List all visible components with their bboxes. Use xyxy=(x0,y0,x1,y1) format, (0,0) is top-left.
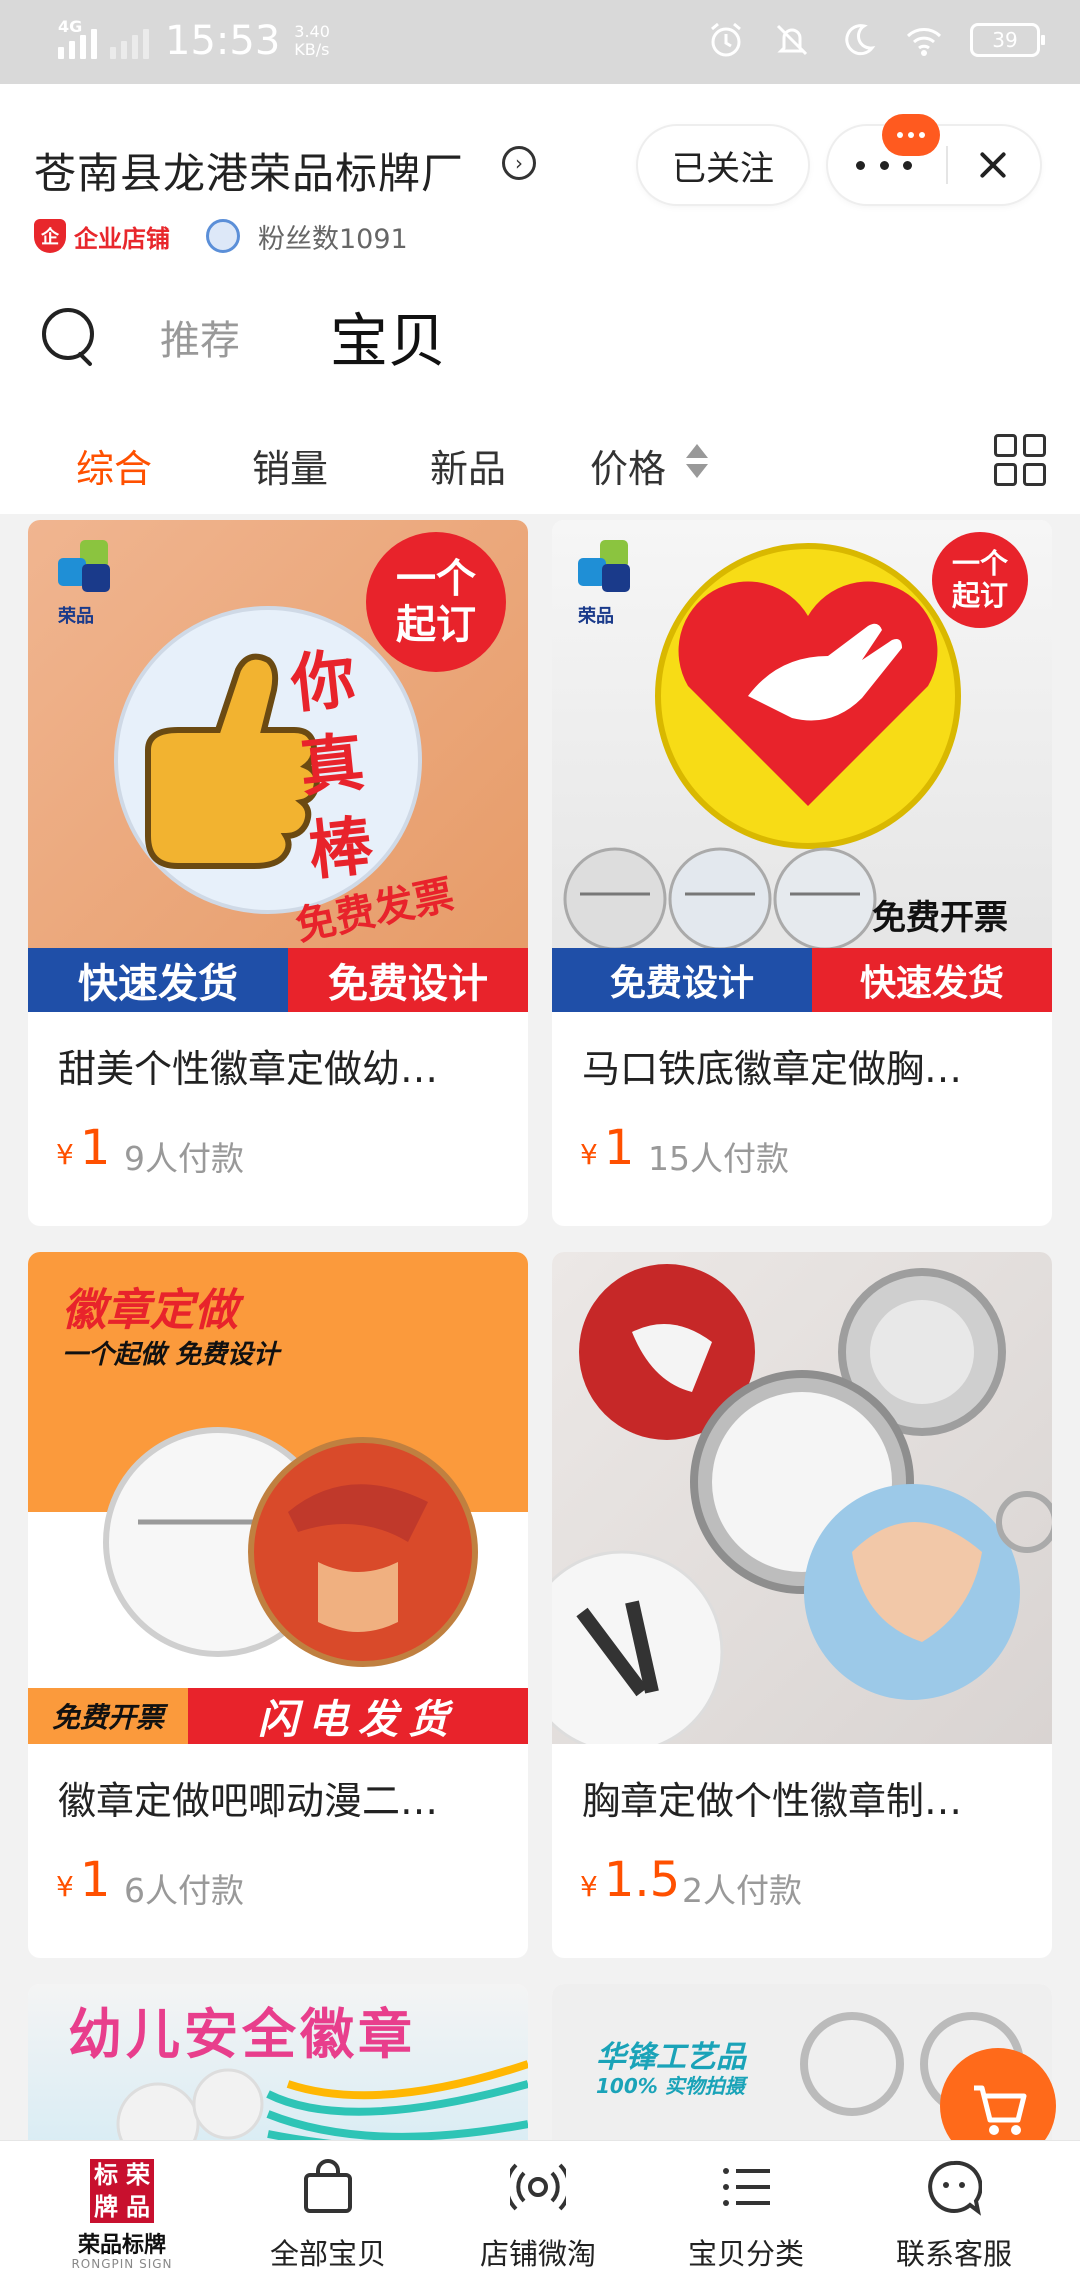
heart-badge xyxy=(655,543,961,849)
product-card[interactable]: 荣品 你 真 棒 一个起订 免费发票 快速发货 免费设计 甜美个性徽章定做幼… … xyxy=(28,520,528,1226)
chat-face-icon xyxy=(928,2160,982,2216)
status-left: 4G 15:53 3.40 KB/s xyxy=(58,17,330,64)
sort-price[interactable]: 价格 xyxy=(590,438,666,493)
search-icon[interactable] xyxy=(40,306,100,366)
product-card[interactable]: 荣品 免费开票 一个起订 免费设计 快速发货 马口铁底徽章定做胸… ¥ 1 15… xyxy=(552,520,1052,1226)
alarm-icon xyxy=(711,22,741,57)
tab-items[interactable]: 宝贝 xyxy=(330,294,446,378)
network-speed: 3.40 KB/s xyxy=(294,22,330,59)
subline-text: 一个起做 免费设计 xyxy=(62,1340,280,1370)
nav-weitao[interactable]: 店铺微淘 xyxy=(448,2141,628,2280)
fans-icon xyxy=(206,219,240,253)
shopping-bag-icon xyxy=(304,2159,352,2213)
fans-count: 粉丝数1091 xyxy=(258,223,408,255)
promo-ribbon: 快速发货 免费设计 xyxy=(28,948,528,1012)
product-image[interactable]: 荣品 你 真 棒 一个起订 免费发票 快速发货 免费设计 xyxy=(28,520,528,1012)
network-type: 4G xyxy=(58,17,83,36)
promo-ribbon: 免费设计 快速发货 xyxy=(552,948,1052,1012)
product-title[interactable]: 徽章定做吧唧动漫二… xyxy=(58,1770,498,1825)
follow-button[interactable]: 已关注 xyxy=(638,126,808,204)
capsule-menu xyxy=(828,114,1040,204)
product-price: ¥ 1.5 xyxy=(580,1852,681,1908)
product-title[interactable]: 胸章定做个性徽章制… xyxy=(582,1770,1022,1825)
product-price: ¥ 1 xyxy=(56,1852,111,1908)
subline-text: 100% 实物拍摄 xyxy=(596,2074,745,2098)
divider xyxy=(946,146,948,184)
nav-service[interactable]: 联系客服 xyxy=(864,2141,1044,2280)
product-image[interactable]: 徽章定做 一个起做 免费设计 免费开票 闪电发货 xyxy=(28,1252,528,1744)
product-card[interactable]: 幼儿安全徽章 xyxy=(28,1984,528,2154)
battery-icon: 39 xyxy=(970,23,1045,57)
product-price: ¥ 1 xyxy=(580,1120,635,1176)
sort-overall[interactable]: 综合 xyxy=(76,438,152,493)
clock: 15:53 xyxy=(165,18,281,64)
enterprise-shield-icon: 企 xyxy=(34,219,66,253)
chevron-right-icon[interactable]: › xyxy=(502,146,536,180)
badge-illustration xyxy=(103,1427,478,1667)
product-price: ¥ 1 xyxy=(56,1120,111,1176)
product-image[interactable]: 幼儿安全徽章 xyxy=(28,1984,528,2154)
signal-icon: 4G xyxy=(58,17,149,59)
badges-photo xyxy=(552,1264,1052,1744)
min-order-badge: 一个起订 xyxy=(366,532,506,672)
mute-icon xyxy=(776,24,808,56)
product-image[interactable] xyxy=(552,1252,1052,1744)
nav-categories-label: 宝贝分类 xyxy=(687,2237,804,2271)
promo-ribbon: 免费开票 闪电发货 xyxy=(28,1688,528,1744)
shop-meta: 企 企业店铺 粉丝数1091 xyxy=(34,214,408,258)
sold-count: 2人付款 xyxy=(682,1871,802,1910)
nav-categories[interactable]: 宝贝分类 xyxy=(656,2141,836,2280)
shop-logo-sub: RONGPIN SIGN xyxy=(71,2257,173,2271)
shop-name[interactable]: 苍南县龙港荣品标牌厂 xyxy=(34,140,464,201)
message-badge-icon[interactable] xyxy=(882,114,940,156)
status-right: 39 xyxy=(706,20,1045,60)
headline-text: 徽章定做 xyxy=(62,1285,238,1336)
enterprise-label: 企业店铺 xyxy=(74,224,170,253)
nav-all-items-label: 全部宝贝 xyxy=(269,2237,386,2271)
product-card[interactable]: 胸章定做个性徽章制… ¥ 1.5 2人付款 xyxy=(552,1252,1052,1958)
moon-icon xyxy=(845,24,876,56)
sort-new[interactable]: 新品 xyxy=(430,438,506,493)
sort-bar: 综合 销量 新品 价格 xyxy=(0,418,1080,508)
broadcast-icon xyxy=(510,2163,566,2211)
sort-arrows-icon[interactable] xyxy=(686,444,708,484)
close-icon[interactable] xyxy=(968,140,1018,190)
pin-back-badges xyxy=(563,847,877,951)
list-icon xyxy=(723,2168,770,2206)
product-card[interactable]: 徽章定做 一个起做 免费设计 免费开票 闪电发货 徽章定做吧唧动漫二… ¥ 1 … xyxy=(28,1252,528,1958)
invoice-text: 免费开票 xyxy=(872,898,1008,938)
sold-count: 6人付款 xyxy=(124,1871,244,1910)
product-title[interactable]: 甜美个性徽章定做幼… xyxy=(58,1038,498,1093)
brand-logo-icon: 荣品 xyxy=(578,540,648,640)
shop-logo-name: 荣品标牌 xyxy=(77,2233,166,2258)
sort-sales[interactable]: 销量 xyxy=(252,438,328,493)
bottom-nav: 标 荣 牌 品 荣品标牌 RONGPIN SIGN 全部宝贝 店铺微淘 宝贝分类 xyxy=(0,2140,1080,2280)
sold-count: 9人付款 xyxy=(124,1139,244,1178)
product-title[interactable]: 马口铁底徽章定做胸… xyxy=(582,1038,1022,1093)
nav-service-label: 联系客服 xyxy=(895,2237,1012,2271)
status-bar: 4G 15:53 3.40 KB/s 39 xyxy=(0,0,1080,84)
shop-logo-mark: 标 荣 牌 品 xyxy=(90,2159,154,2223)
thumbs-up-button-badge xyxy=(114,606,422,914)
grid-view-icon[interactable] xyxy=(994,434,1046,486)
wifi-icon xyxy=(906,28,942,56)
min-order-badge: 一个起订 xyxy=(932,532,1028,628)
tab-recommend[interactable]: 推荐 xyxy=(160,308,240,366)
nav-all-items[interactable]: 全部宝贝 xyxy=(238,2141,418,2280)
product-image[interactable]: 荣品 免费开票 一个起订 免费设计 快速发货 xyxy=(552,520,1052,1012)
shop-logo[interactable]: 标 荣 牌 品 荣品标牌 RONGPIN SIGN xyxy=(66,2159,178,2271)
nav-weitao-label: 店铺微淘 xyxy=(479,2237,596,2271)
sold-count: 15人付款 xyxy=(648,1139,789,1178)
lanyard-illustration xyxy=(116,2060,528,2154)
